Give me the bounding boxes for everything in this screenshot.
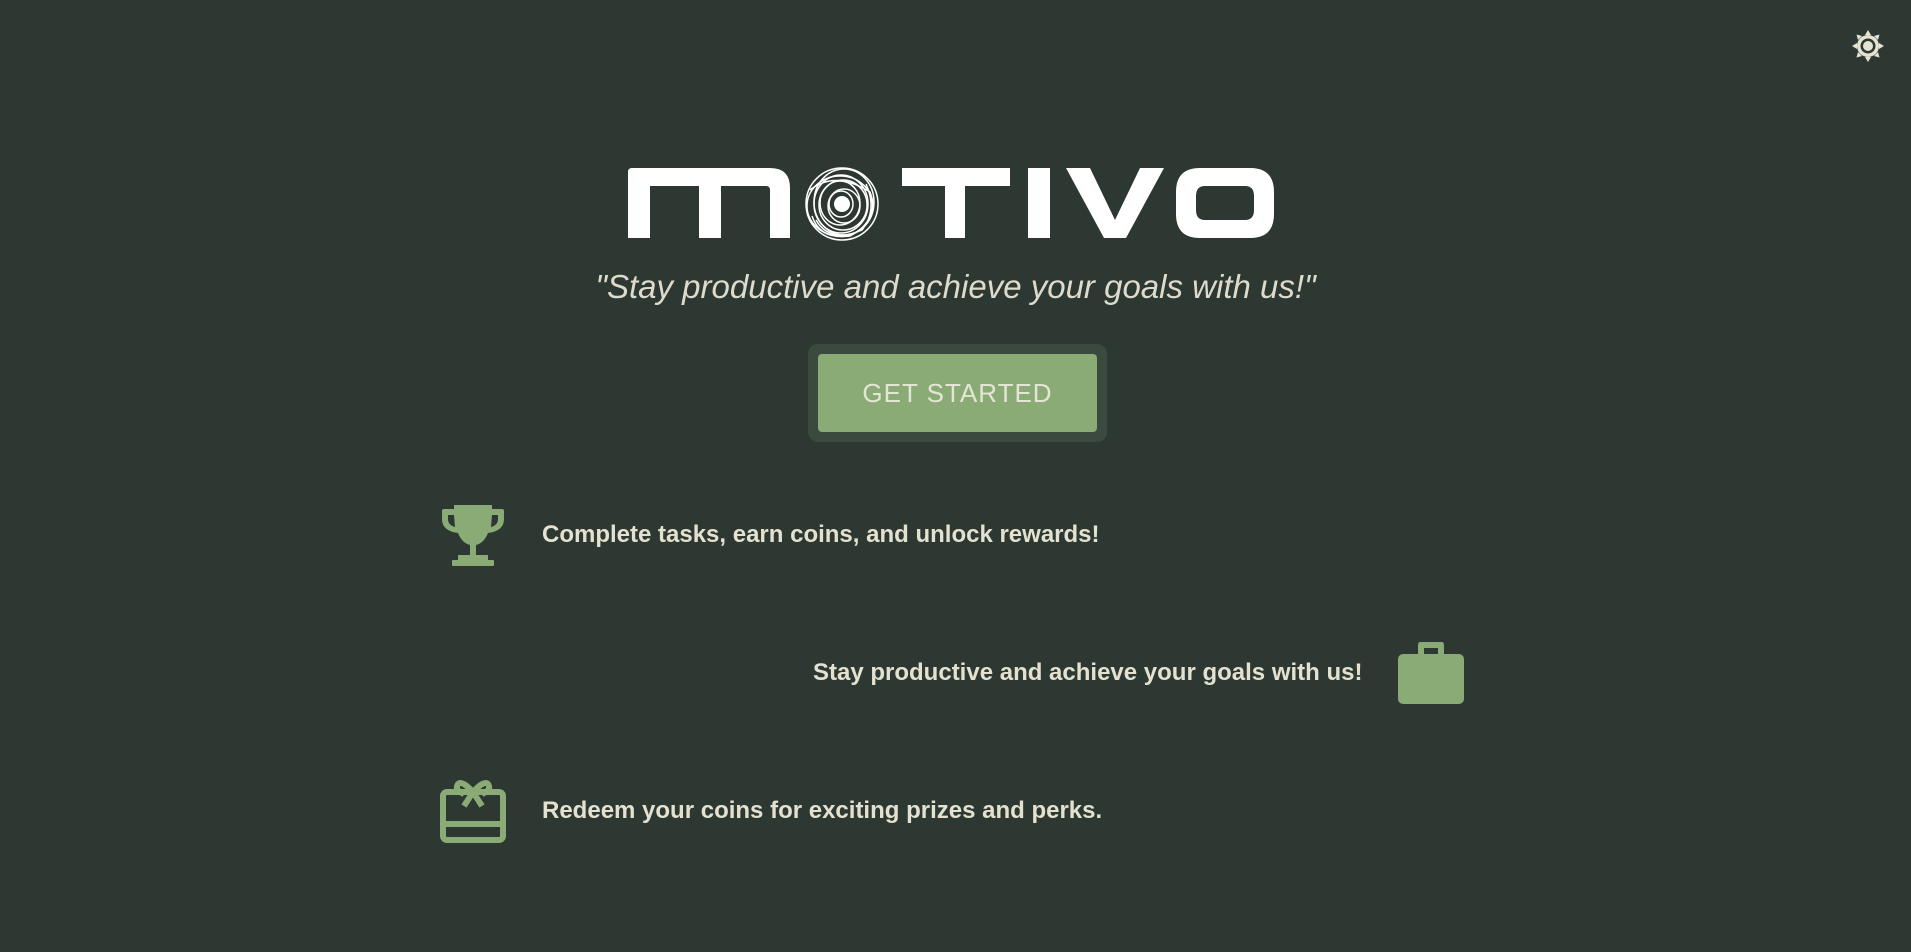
tagline: "Stay productive and achieve your goals … [595, 268, 1316, 305]
trophy-icon [440, 503, 506, 567]
feature-text: Stay productive and achieve your goals w… [813, 659, 1363, 686]
feature-rewards: Complete tasks, earn coins, and unlock r… [440, 503, 1100, 567]
briefcase-icon [1396, 640, 1466, 706]
feature-text: Complete tasks, earn coins, and unlock r… [542, 521, 1100, 548]
theme-toggle-button[interactable] [1850, 29, 1886, 68]
landing-page: "Stay productive and achieve your goals … [0, 0, 1911, 952]
feature-text: Redeem your coins for exciting prizes an… [542, 797, 1103, 824]
gift-card-icon [440, 778, 506, 844]
motivo-logo [620, 160, 1280, 250]
feature-productivity: Stay productive and achieve your goals w… [813, 640, 1466, 706]
get-started-button[interactable]: GET STARTED [818, 354, 1097, 432]
feature-redeem: Redeem your coins for exciting prizes an… [440, 778, 1102, 844]
sun-gear-icon [1851, 29, 1885, 68]
cta-container: GET STARTED [808, 344, 1107, 442]
